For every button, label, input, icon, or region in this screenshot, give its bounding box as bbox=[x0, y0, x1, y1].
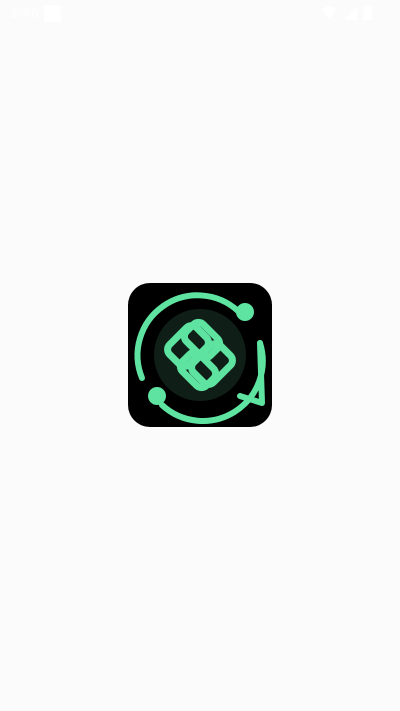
notification-icon bbox=[44, 5, 61, 22]
knot-chat-logo-icon bbox=[134, 292, 266, 424]
status-time: 3:46 bbox=[10, 5, 40, 20]
signal-icon bbox=[343, 6, 357, 20]
app-logo bbox=[128, 283, 272, 427]
battery-icon bbox=[363, 5, 372, 20]
status-bar: 3:46 bbox=[0, 0, 400, 28]
status-icons bbox=[321, 5, 372, 20]
wifi-icon bbox=[321, 6, 337, 20]
splash-screen: 3:46 bbox=[0, 0, 400, 711]
